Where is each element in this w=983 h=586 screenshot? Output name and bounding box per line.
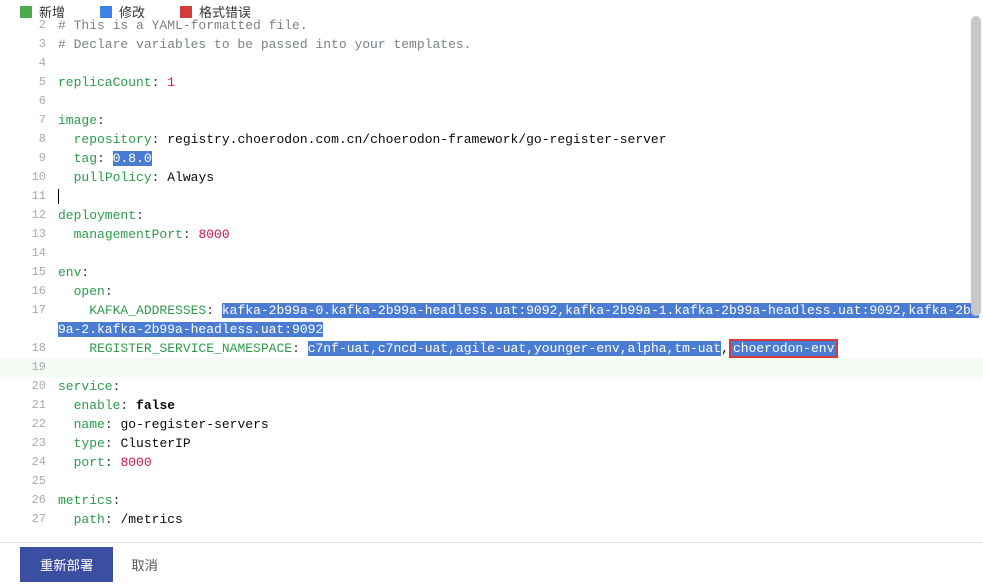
line-number: 5	[0, 73, 58, 92]
line-content[interactable]	[58, 92, 983, 111]
code-line[interactable]: 23 type: ClusterIP	[0, 434, 983, 453]
line-number: 16	[0, 282, 58, 301]
line-number: 24	[0, 453, 58, 472]
line-content[interactable]: type: ClusterIP	[58, 434, 983, 453]
line-number: 6	[0, 92, 58, 111]
line-number: 21	[0, 396, 58, 415]
line-content[interactable]: enable: false	[58, 396, 983, 415]
line-number: 4	[0, 54, 58, 73]
line-number: 20	[0, 377, 58, 396]
line-content[interactable]: path: /metrics	[58, 510, 983, 529]
code-line[interactable]: 16 open:	[0, 282, 983, 301]
code-line[interactable]: 5replicaCount: 1	[0, 73, 983, 92]
code-line[interactable]: 26metrics:	[0, 491, 983, 510]
code-line[interactable]: 19	[0, 358, 983, 377]
code-line[interactable]: 20service:	[0, 377, 983, 396]
line-number: 8	[0, 130, 58, 149]
line-number: 9	[0, 149, 58, 168]
cancel-button[interactable]: 取消	[131, 555, 158, 574]
code-line[interactable]: 8 repository: registry.choerodon.com.cn/…	[0, 130, 983, 149]
line-content[interactable]: image:	[58, 111, 983, 130]
line-content[interactable]: managementPort: 8000	[58, 225, 983, 244]
line-content[interactable]	[58, 54, 983, 73]
code-line[interactable]: 24 port: 8000	[0, 453, 983, 472]
code-line[interactable]: 22 name: go-register-servers	[0, 415, 983, 434]
code-line[interactable]: 10 pullPolicy: Always	[0, 168, 983, 187]
line-content[interactable]: # This is a YAML-formatted file.	[58, 16, 983, 35]
code-line[interactable]: 27 path: /metrics	[0, 510, 983, 529]
code-line[interactable]: 2# This is a YAML-formatted file.	[0, 16, 983, 35]
code-line[interactable]: 14	[0, 244, 983, 263]
line-content[interactable]: service:	[58, 377, 983, 396]
line-number: 11	[0, 187, 58, 206]
code-line[interactable]: 18 REGISTER_SERVICE_NAMESPACE: c7nf-uat,…	[0, 339, 983, 358]
line-content[interactable]: REGISTER_SERVICE_NAMESPACE: c7nf-uat,c7n…	[58, 339, 983, 358]
line-content[interactable]: pullPolicy: Always	[58, 168, 983, 187]
line-number: 27	[0, 510, 58, 529]
line-content[interactable]: metrics:	[58, 491, 983, 510]
line-number: 25	[0, 472, 58, 491]
line-number: 23	[0, 434, 58, 453]
line-content[interactable]: repository: registry.choerodon.com.cn/ch…	[58, 130, 983, 149]
line-number: 12	[0, 206, 58, 225]
line-content[interactable]: replicaCount: 1	[58, 73, 983, 92]
line-number: 17	[0, 301, 58, 339]
scrollbar-vertical[interactable]	[971, 16, 981, 316]
line-content[interactable]	[58, 358, 983, 377]
line-content[interactable]: env:	[58, 263, 983, 282]
code-line[interactable]: 25	[0, 472, 983, 491]
code-line[interactable]: 21 enable: false	[0, 396, 983, 415]
line-number: 26	[0, 491, 58, 510]
footer-actions: 重新部署 取消	[0, 542, 983, 586]
line-content[interactable]	[58, 187, 983, 206]
line-content[interactable]: tag: 0.8.0	[58, 149, 983, 168]
line-number: 19	[0, 358, 58, 377]
line-number: 2	[0, 16, 58, 35]
code-line[interactable]: 11	[0, 187, 983, 206]
code-line[interactable]: 13 managementPort: 8000	[0, 225, 983, 244]
line-number: 14	[0, 244, 58, 263]
yaml-editor[interactable]: 2# This is a YAML-formatted file.3# Decl…	[0, 16, 983, 542]
code-line[interactable]: 9 tag: 0.8.0	[0, 149, 983, 168]
redeploy-button[interactable]: 重新部署	[20, 547, 113, 582]
line-number: 22	[0, 415, 58, 434]
line-content[interactable]: open:	[58, 282, 983, 301]
line-number: 3	[0, 35, 58, 54]
code-line[interactable]: 17 KAFKA_ADDRESSES: kafka-2b99a-0.kafka-…	[0, 301, 983, 339]
line-content[interactable]: name: go-register-servers	[58, 415, 983, 434]
line-content[interactable]: deployment:	[58, 206, 983, 225]
line-content[interactable]: # Declare variables to be passed into yo…	[58, 35, 983, 54]
line-number: 13	[0, 225, 58, 244]
line-content[interactable]	[58, 244, 983, 263]
highlight-modify: c7nf-uat,c7ncd-uat,agile-uat,younger-env…	[308, 341, 721, 356]
code-line[interactable]: 3# Declare variables to be passed into y…	[0, 35, 983, 54]
text-cursor	[58, 189, 59, 204]
code-line[interactable]: 12deployment:	[0, 206, 983, 225]
highlight-error: choerodon-env	[729, 339, 838, 358]
code-line[interactable]: 6	[0, 92, 983, 111]
line-number: 10	[0, 168, 58, 187]
line-content[interactable]	[58, 472, 983, 491]
line-content[interactable]: KAFKA_ADDRESSES: kafka-2b99a-0.kafka-2b9…	[58, 301, 983, 339]
code-line[interactable]: 15env:	[0, 263, 983, 282]
code-line[interactable]: 4	[0, 54, 983, 73]
line-number: 15	[0, 263, 58, 282]
line-number: 18	[0, 339, 58, 358]
code-line[interactable]: 7image:	[0, 111, 983, 130]
line-content[interactable]: port: 8000	[58, 453, 983, 472]
line-number: 7	[0, 111, 58, 130]
highlight-modify: 0.8.0	[113, 151, 152, 166]
